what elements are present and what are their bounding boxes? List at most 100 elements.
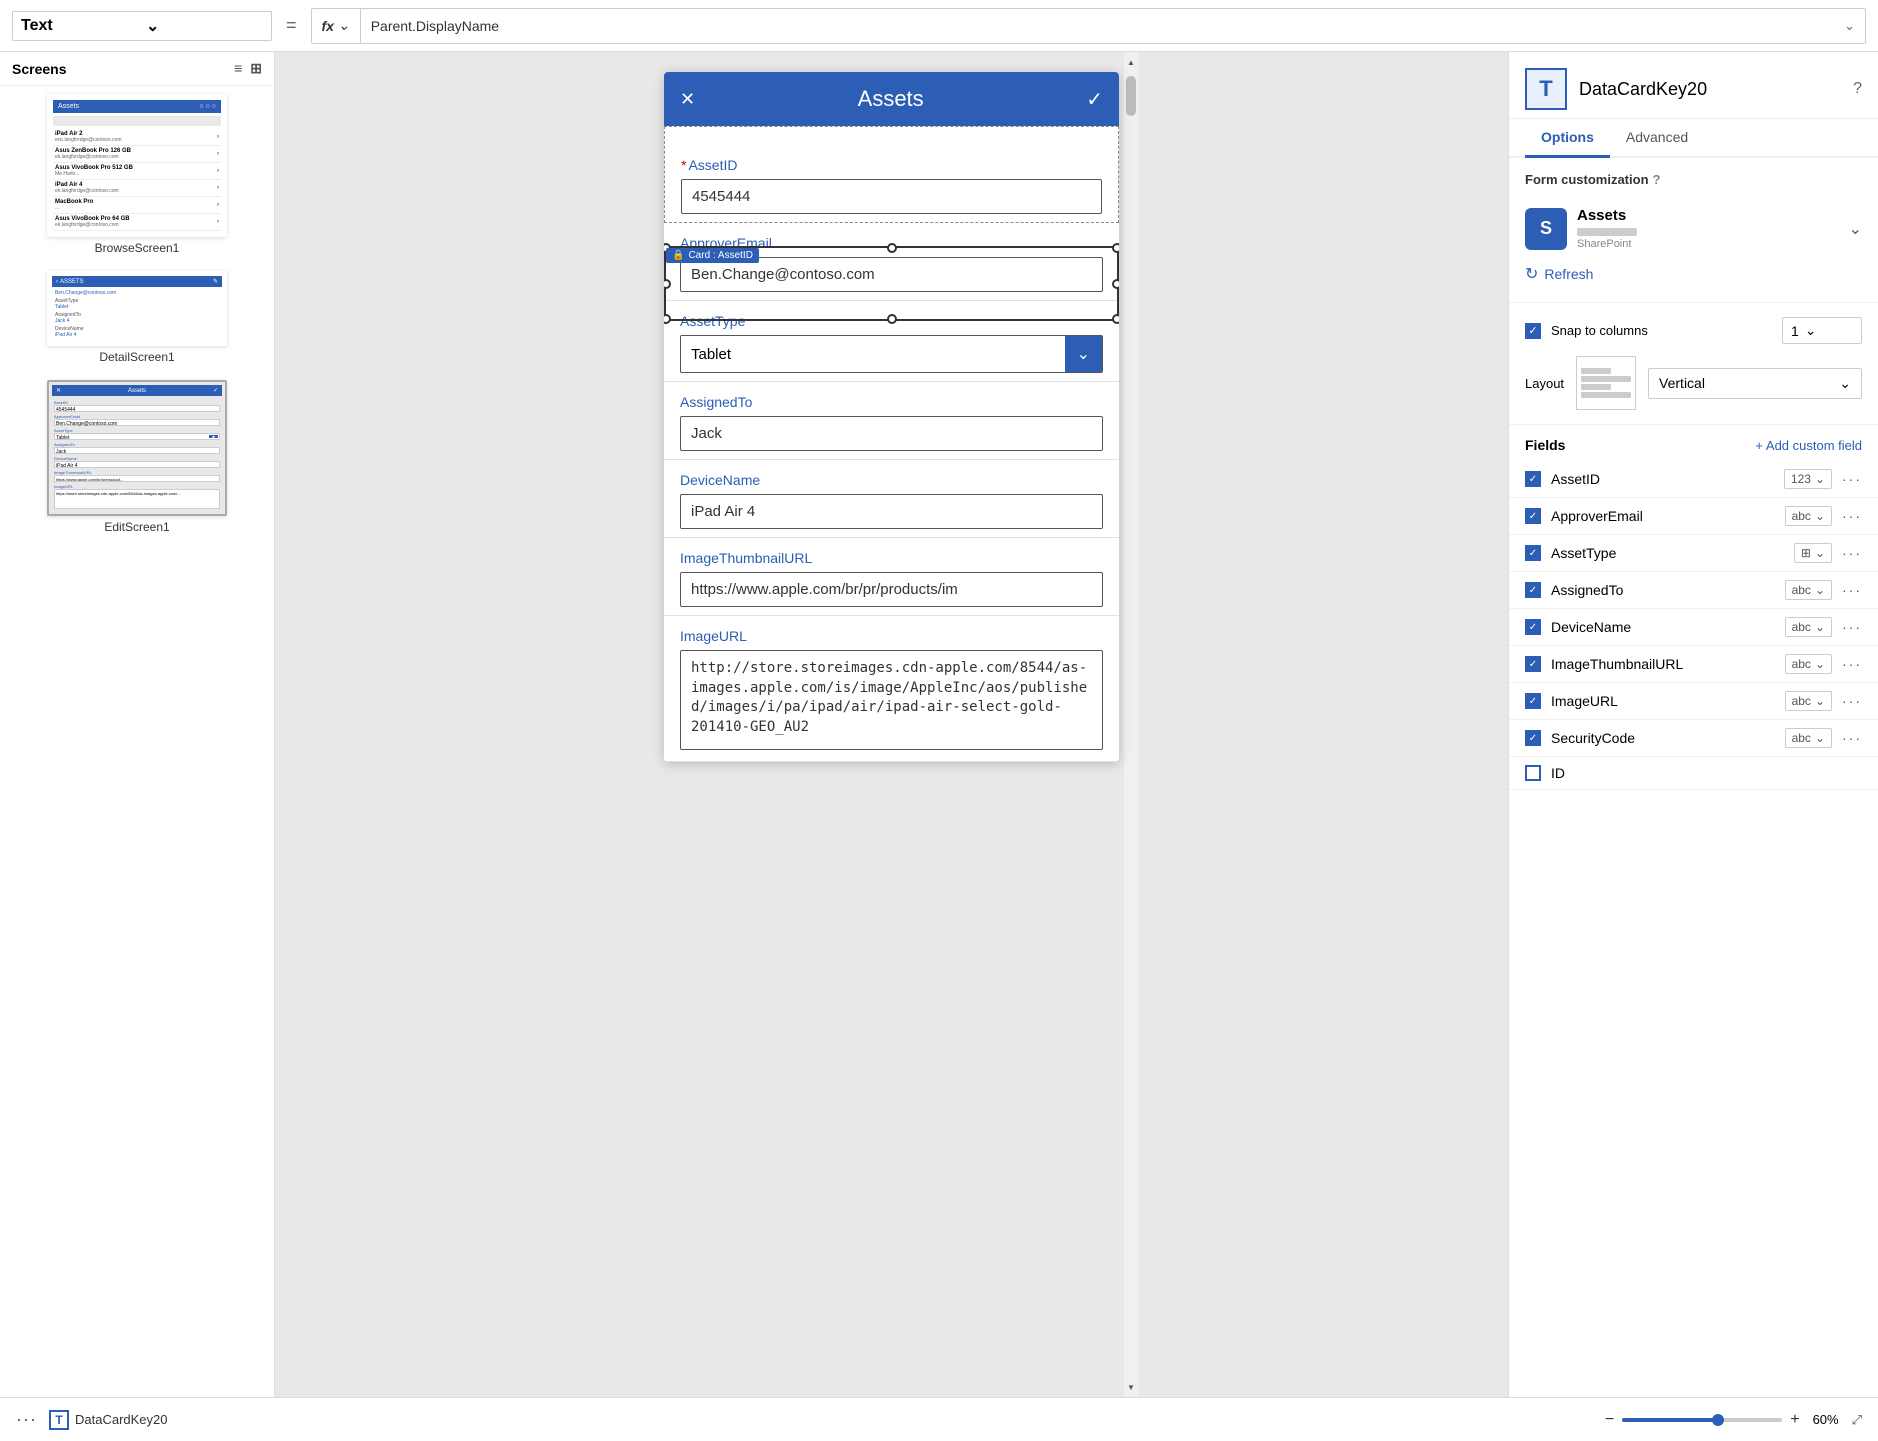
field-type-imageurl[interactable]: abc ⌄	[1785, 691, 1832, 711]
field-more-securitycode[interactable]: ···	[1842, 730, 1862, 746]
assignedto-input[interactable]	[680, 416, 1103, 451]
field-name-assetid: AssetID	[1551, 471, 1774, 487]
field-more-imagethumbnailurl[interactable]: ···	[1842, 656, 1862, 672]
detail-screen-label: DetailScreen1	[99, 350, 174, 364]
scroll-down-arrow[interactable]: ▼	[1124, 1377, 1138, 1397]
field-more-assignedto[interactable]: ···	[1842, 582, 1862, 598]
rp-help-icon[interactable]: ?	[1853, 80, 1862, 98]
imageurl-textarea[interactable]: http://store.storeimages.cdn-apple.com/8…	[680, 650, 1103, 750]
field-name-imagethumbnailurl: ImageThumbnailURL	[1551, 656, 1775, 672]
list-view-icon[interactable]: ≡	[234, 60, 242, 77]
field-row-imageurl: ✓ ImageURL abc ⌄ ···	[1509, 683, 1878, 720]
rp-title: DataCardKey20	[1579, 79, 1841, 100]
assettype-dropdown[interactable]: Tablet ⌄	[680, 335, 1103, 373]
phone-check-button[interactable]: ✓	[1086, 87, 1103, 112]
card-badge-label: Card : AssetID	[688, 250, 752, 261]
field-type-approveremail[interactable]: abc ⌄	[1785, 506, 1832, 526]
zoom-plus-button[interactable]: +	[1790, 1411, 1799, 1429]
assetid-input[interactable]	[681, 179, 1102, 214]
data-source-chevron[interactable]: ⌄	[1849, 219, 1862, 239]
field-check-imageurl[interactable]: ✓	[1525, 693, 1541, 709]
screen-item-browse[interactable]: Assets ○ ○ ○ iPad Air 2 eric.langfordge@…	[8, 94, 266, 255]
edit-header-title: Assets	[128, 388, 146, 394]
field-more-approveremail[interactable]: ···	[1842, 508, 1862, 524]
field-type-imagethumbnailurl[interactable]: abc ⌄	[1785, 654, 1832, 674]
formula-input[interactable]: Parent.DisplayName	[361, 18, 1834, 34]
field-check-imagethumbnailurl[interactable]: ✓	[1525, 656, 1541, 672]
fields-header: Fields + Add custom field	[1509, 425, 1878, 461]
form-customization-help[interactable]: ?	[1653, 172, 1661, 187]
fx-button[interactable]: fx ⌄	[312, 9, 361, 43]
phone-close-button[interactable]: ✕	[680, 89, 695, 110]
browse-row-1-arrow: ›	[217, 134, 219, 140]
tab-options[interactable]: Options	[1525, 119, 1610, 158]
field-row-id: ✓ ID	[1509, 757, 1878, 790]
add-custom-field-button[interactable]: + Add custom field	[1755, 438, 1862, 453]
field-check-assignedto[interactable]: ✓	[1525, 582, 1541, 598]
field-imageurl[interactable]: ImageURL http://store.storeimages.cdn-ap…	[664, 616, 1119, 762]
scroll-up-arrow[interactable]: ▲	[1124, 52, 1138, 72]
field-more-imageurl[interactable]: ···	[1842, 693, 1862, 709]
refresh-button[interactable]: ↻ Refresh	[1525, 260, 1593, 288]
snap-checkbox[interactable]: ✓	[1525, 323, 1541, 339]
phone-frame: ✕ Assets ✓ 🔒 Card : AssetID	[664, 72, 1119, 762]
browse-row-2-arrow: ›	[217, 151, 219, 157]
field-check-approveremail[interactable]: ✓	[1525, 508, 1541, 524]
field-type-securitycode[interactable]: abc ⌄	[1785, 728, 1832, 748]
data-source-icon: S	[1525, 208, 1567, 250]
browse-row-2: Asus ZenBook Pro 126 GB ek.langfordge@co…	[53, 146, 221, 163]
field-check-id[interactable]: ✓	[1525, 765, 1541, 781]
field-type-assignedto[interactable]: abc ⌄	[1785, 580, 1832, 600]
field-check-assettype[interactable]: ✓	[1525, 545, 1541, 561]
devicename-input[interactable]	[680, 494, 1103, 529]
columns-dropdown[interactable]: 1 ⌄	[1782, 317, 1862, 344]
tab-advanced[interactable]: Advanced	[1610, 119, 1704, 158]
field-name-securitycode: SecurityCode	[1551, 730, 1775, 746]
zoom-slider-thumb[interactable]	[1712, 1414, 1724, 1426]
screen-item-edit[interactable]: ✕ Assets ✓ AssetID 4545444 ApproverEmail	[8, 380, 266, 534]
screens-panel: Screens ≡ ⊞ Assets ○ ○ ○	[0, 52, 275, 1397]
field-devicename[interactable]: DeviceName	[664, 460, 1119, 538]
layout-dropdown[interactable]: Vertical ⌄	[1648, 368, 1862, 399]
field-more-assettype[interactable]: ···	[1842, 545, 1862, 561]
fullscreen-button[interactable]: ⤢	[1852, 1412, 1862, 1428]
zoom-minus-button[interactable]: −	[1605, 1411, 1614, 1429]
columns-chevron: ⌄	[1805, 322, 1817, 339]
edit-check-icon: ✓	[213, 387, 218, 394]
rp-tabs: Options Advanced	[1509, 119, 1878, 158]
field-assetid[interactable]: AssetID	[664, 126, 1119, 223]
formula-chevron[interactable]: ⌄	[1834, 18, 1865, 34]
browse-row-1: iPad Air 2 eric.langfordge@contoso.com ›	[53, 129, 221, 146]
property-dropdown[interactable]: Text ⌄	[12, 11, 272, 41]
field-type-icon-assignedto: abc	[1792, 583, 1811, 597]
field-assignedto[interactable]: AssignedTo	[664, 382, 1119, 460]
browse-row-4-info: iPad Air 4 ek.langfordge@contoso.com	[55, 182, 119, 194]
field-check-devicename[interactable]: ✓	[1525, 619, 1541, 635]
field-more-assetid[interactable]: ···	[1842, 471, 1862, 487]
canvas-scrollbar: ▲ ▼	[1124, 52, 1138, 1397]
screen-item-detail[interactable]: ‹ ASSETS ✎ Ben.Change@contoso.com AssetT…	[8, 271, 266, 364]
field-more-devicename[interactable]: ···	[1842, 619, 1862, 635]
form-customization-title: Form customization ?	[1525, 172, 1862, 187]
assettype-dropdown-button[interactable]: ⌄	[1065, 336, 1102, 372]
field-check-assetid[interactable]: ✓	[1525, 471, 1541, 487]
scrollbar-thumb[interactable]	[1126, 76, 1136, 116]
zoom-slider[interactable]	[1622, 1418, 1782, 1422]
layout-row: Layout Vertical ⌄	[1525, 356, 1862, 410]
field-imagethumbnailurl[interactable]: ImageThumbnailURL	[664, 538, 1119, 616]
browse-row-5-arrow: ›	[217, 202, 219, 208]
field-check-securitycode[interactable]: ✓	[1525, 730, 1541, 746]
field-type-assetid[interactable]: 123 ⌄	[1784, 469, 1832, 489]
field-type-assettype[interactable]: ⊞ ⌄	[1794, 543, 1832, 563]
grid-view-icon[interactable]: ⊞	[250, 60, 262, 77]
fx-dropdown-arrow[interactable]: ⌄	[338, 17, 350, 34]
field-type-devicename[interactable]: abc ⌄	[1785, 617, 1832, 637]
data-source-row: S Assets SharePoint ⌄	[1525, 197, 1862, 260]
field-row-assetid: ✓ AssetID 123 ⌄ ···	[1509, 461, 1878, 498]
field-assettype[interactable]: AssetType Tablet ⌄	[664, 301, 1119, 382]
detail-back-arrow: ‹	[56, 279, 58, 285]
imagethumbnailurl-input[interactable]	[680, 572, 1103, 607]
data-source-name: Assets	[1577, 207, 1839, 224]
browse-screen-thumb: Assets ○ ○ ○ iPad Air 2 eric.langfordge@…	[47, 94, 227, 237]
bottom-more-button[interactable]: ···	[16, 1409, 37, 1430]
